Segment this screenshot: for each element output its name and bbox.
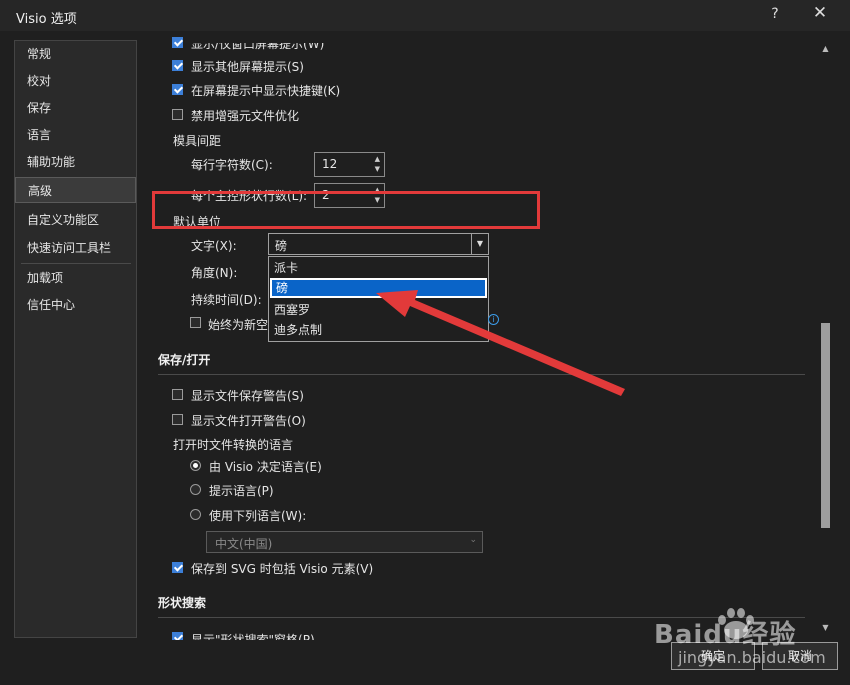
save-warning-label: 显示文件保存警告(S) [191,389,304,403]
dropdown-option-point[interactable]: 磅 [270,278,487,298]
spin-up-icon[interactable]: ▲ [375,155,380,163]
baidu-watermark: Baidu经验 jingyan.baidu.com [650,590,850,670]
shape-search-checkbox[interactable] [172,632,183,640]
svg-include-checkbox[interactable] [172,562,183,573]
shape-search-label: 显示"形状搜索"窗格(P) [191,633,315,640]
dropdown-option-pica[interactable]: 派卡 [270,258,487,278]
open-warning-checkbox[interactable] [172,414,183,425]
help-button[interactable]: ? [768,6,782,22]
sidebar-item-language[interactable]: 语言 [15,122,136,148]
text-units-label: 文字(X): [191,239,237,253]
dropdown-option-cicero[interactable]: 西塞罗 [270,300,487,320]
disable-enhanced-label: 禁用增强元文件优化 [191,109,300,123]
disable-enhanced-checkbox[interactable] [172,109,183,120]
sidebar-item-advanced[interactable]: 高级 [15,177,136,203]
screentip-window-checkbox[interactable] [172,37,183,48]
use-language-label: 使用下列语言(W): [209,509,307,523]
spin-down-icon[interactable]: ▼ [375,165,380,173]
window-title: Visio 选项 [16,12,77,27]
sidebar-item-addins[interactable]: 加载项 [15,265,136,291]
always-new-checkbox[interactable] [190,317,201,328]
visio-language-radio[interactable] [190,460,201,471]
convert-language-label: 打开时文件转换的语言 [173,438,294,452]
options-sidebar: 常规 校对 保存 语言 辅助功能 高级 自定义功能区 快速访问工具栏 加载项 信… [14,40,137,638]
sidebar-item-trust-center[interactable]: 信任中心 [15,292,136,318]
use-language-radio[interactable] [190,509,201,520]
chars-per-row-value: 12 [322,157,338,171]
screentip-window-label: 显示/仅窗口屏幕提示(W) [191,37,325,51]
language-select-disabled: 中文(中国) ⌄ [206,531,483,553]
watermark-brand: Baidu经验 [654,620,797,650]
shape-search-heading: 形状搜索 [158,596,207,610]
always-new-label: 始终为新空 [208,318,269,332]
sidebar-item-proofing[interactable]: 校对 [15,68,136,94]
save-warning-checkbox[interactable] [172,389,183,400]
sidebar-item-save[interactable]: 保存 [15,95,136,121]
chars-per-row-label: 每行字符数(C): [191,158,273,172]
section-divider [158,374,805,375]
prompt-language-label: 提示语言(P) [209,484,274,498]
chevron-down-icon[interactable]: ▼ [471,234,488,254]
shortcut-keys-label: 在屏幕提示中显示快捷键(K) [191,84,341,98]
duration-units-label: 持续时间(D): [191,293,262,307]
visio-language-label: 由 Visio 决定语言(E) [209,460,322,474]
dropdown-option-didot[interactable]: 迪多点制 [270,320,487,340]
svg-include-label: 保存到 SVG 时包括 Visio 元素(V) [191,562,374,576]
scroll-up-icon[interactable]: ▲ [819,44,832,53]
watermark-url: jingyan.baidu.com [678,648,826,667]
sidebar-item-general[interactable]: 常规 [15,41,136,67]
text-units-value: 磅 [275,239,288,253]
title-bar: Visio 选项 ? ✕ [0,0,850,31]
annotation-highlight-box [152,191,540,229]
other-screentips-checkbox[interactable] [172,60,183,71]
language-select-value: 中文(中国) [215,537,273,551]
units-dropdown-list[interactable]: 派卡 磅 西塞罗 迪多点制 [268,256,489,342]
save-open-heading: 保存/打开 [158,353,211,367]
sidebar-item-accessibility[interactable]: 辅助功能 [15,149,136,175]
chars-per-row-spinner[interactable]: 12 ▲ ▼ [314,152,385,177]
sidebar-item-quick-access[interactable]: 快速访问工具栏 [15,235,136,261]
shortcut-keys-checkbox[interactable] [172,84,183,95]
stencil-spacing-label: 模具间距 [173,134,222,148]
close-button[interactable]: ✕ [812,3,828,23]
open-warning-label: 显示文件打开警告(O) [191,414,306,428]
sidebar-item-customize-ribbon[interactable]: 自定义功能区 [15,207,136,233]
other-screentips-label: 显示其他屏幕提示(S) [191,60,304,74]
angle-units-label: 角度(N): [191,266,238,280]
text-units-select[interactable]: 磅 ▼ [268,233,489,255]
sidebar-divider [21,263,131,264]
info-icon[interactable]: i [488,314,499,325]
chevron-down-icon: ⌄ [469,535,477,545]
prompt-language-radio[interactable] [190,484,201,495]
scrollbar-thumb[interactable] [821,323,830,528]
content-scrollbar[interactable]: ▲ ▼ [819,43,832,635]
